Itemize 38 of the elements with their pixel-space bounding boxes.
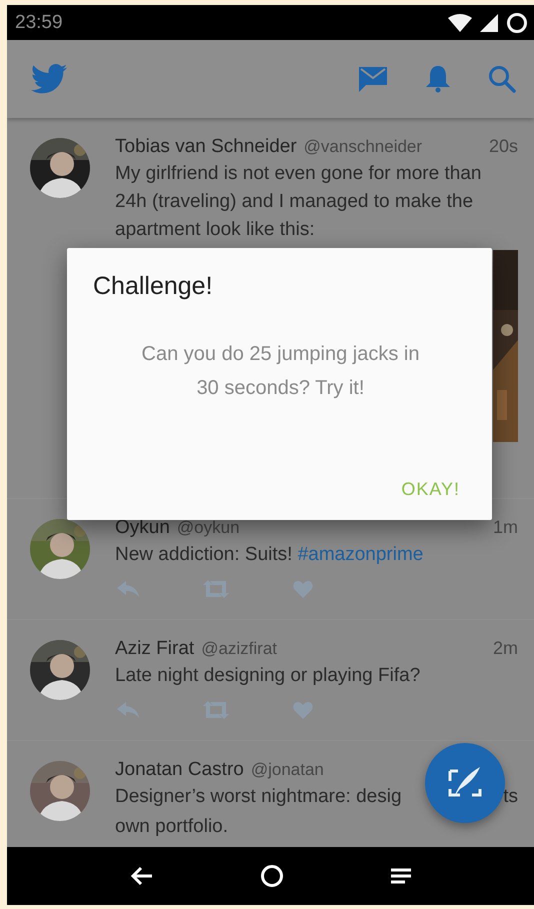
compose-icon bbox=[448, 767, 482, 799]
tweet-time: 2m bbox=[492, 638, 518, 659]
menu-icon[interactable] bbox=[390, 868, 411, 884]
author-handle: @jonatan bbox=[250, 760, 324, 780]
tweet-text: ts bbox=[503, 785, 518, 809]
message-icon[interactable] bbox=[358, 65, 388, 93]
wifi-icon bbox=[448, 14, 472, 32]
author-name[interactable]: Aziz Firat bbox=[115, 638, 194, 660]
bird-logo-icon bbox=[31, 64, 67, 94]
signal-icon bbox=[480, 14, 498, 32]
dialog-title: Challenge! bbox=[93, 272, 214, 301]
author-name[interactable]: Jonatan Castro bbox=[115, 759, 244, 781]
tweet-text: Designer’s worst nightmare: desig bbox=[115, 785, 402, 809]
heart-icon[interactable] bbox=[293, 701, 313, 719]
author-handle: @azizfirat bbox=[201, 639, 278, 659]
tweet-text: My girlfriend is not even gone for more than 24h (traveling) and I managed to make the apartment look like this: bbox=[115, 162, 482, 242]
retweet-icon[interactable] bbox=[203, 580, 229, 598]
notifications-icon[interactable] bbox=[426, 65, 450, 93]
tweet-time: 1m bbox=[492, 517, 518, 538]
status-time: 23:59 bbox=[15, 12, 63, 34]
search-icon[interactable] bbox=[488, 65, 516, 93]
back-icon[interactable] bbox=[130, 866, 154, 886]
compose-button[interactable] bbox=[425, 743, 505, 823]
reply-icon[interactable] bbox=[117, 702, 139, 718]
home-icon[interactable] bbox=[260, 864, 284, 888]
dialog-message: Can you do 25 jumping jacks in 30 seconds? Try it! bbox=[140, 342, 420, 401]
author-handle: @vanschneider bbox=[304, 137, 422, 157]
tweet-text: Late night designing or playing Fifa? bbox=[115, 664, 420, 688]
heart-icon[interactable] bbox=[293, 580, 313, 598]
retweet-icon[interactable] bbox=[203, 701, 229, 719]
tweet-text: own portfolio. bbox=[115, 815, 230, 839]
author-name[interactable]: Oykun bbox=[115, 517, 170, 539]
author-handle: @oykun bbox=[176, 518, 240, 538]
reply-icon[interactable] bbox=[117, 581, 139, 597]
author-name[interactable]: Tobias van Schneider bbox=[115, 136, 297, 158]
tweet-time: 20s bbox=[488, 136, 518, 157]
battery-icon bbox=[506, 12, 528, 34]
tweet-text: New addiction: Suits! #amazonprime bbox=[115, 543, 424, 567]
